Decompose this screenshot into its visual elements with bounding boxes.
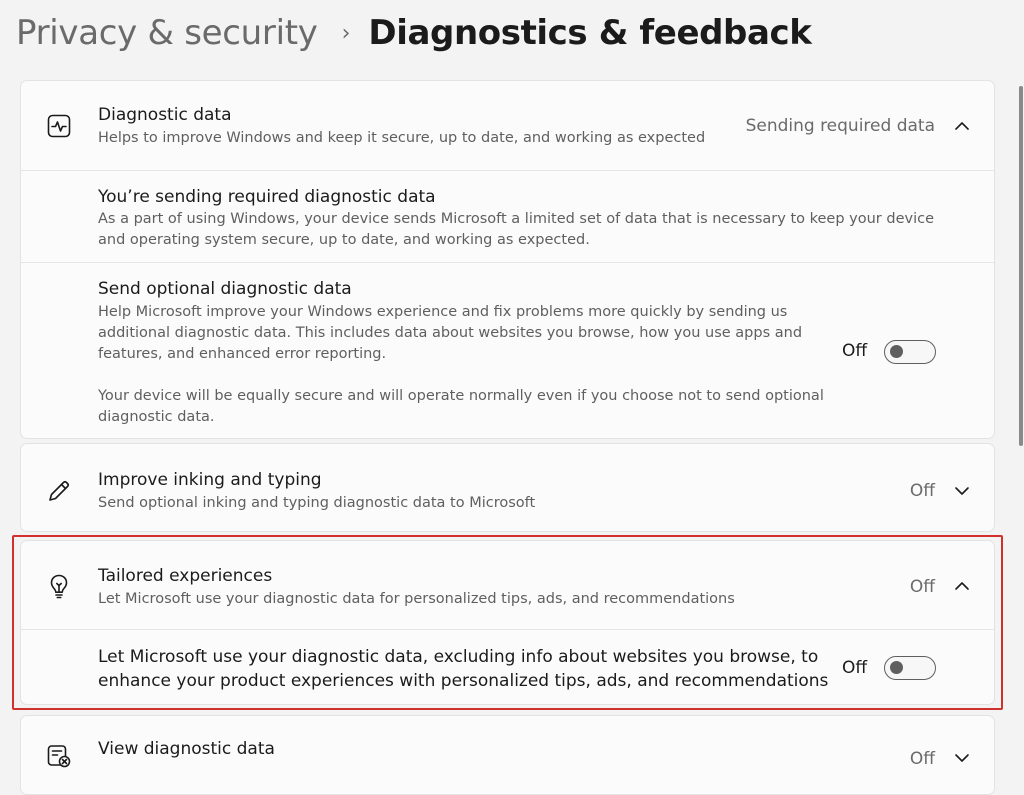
breadcrumb-parent-link[interactable]: Privacy & security: [16, 13, 318, 53]
breadcrumb-chevron-icon: ›: [341, 20, 351, 46]
view-diagnostic-data-header[interactable]: View diagnostic data Off: [21, 716, 994, 794]
view-diagnostic-data-status: Off: [909, 749, 935, 769]
chevron-up-icon[interactable]: [952, 116, 972, 136]
view-diagnostic-data-title: View diagnostic data: [98, 739, 275, 759]
inking-typing-card[interactable]: Improve inking and typing Send optional …: [20, 443, 995, 532]
required-data-line-1: As a part of using Windows, your device …: [98, 211, 934, 227]
activity-pulse-icon: [45, 112, 73, 140]
optional-data-line-3: features, and enhanced error reporting.: [98, 346, 387, 362]
chevron-down-icon[interactable]: [952, 748, 972, 768]
scrollbar[interactable]: [1018, 0, 1024, 765]
view-data-icon: [45, 742, 73, 770]
diagnostic-data-card: Diagnostic data Helps to improve Windows…: [20, 80, 995, 439]
required-data-title: You’re sending required diagnostic data: [98, 187, 436, 207]
required-data-line-2: and operating system secure, up to date,…: [98, 232, 590, 248]
optional-data-toggle[interactable]: [884, 340, 936, 364]
pen-icon: [45, 477, 73, 505]
diagnostic-data-description: Helps to improve Windows and keep it sec…: [98, 130, 706, 146]
page-title: Diagnostics & feedback: [368, 13, 812, 53]
diagnostic-data-status: Sending required data: [745, 116, 935, 136]
toggle-knob: [890, 345, 903, 358]
view-diagnostic-data-card[interactable]: View diagnostic data Off: [20, 715, 995, 795]
inking-typing-header[interactable]: Improve inking and typing Send optional …: [21, 444, 994, 531]
optional-data-line-1: Help Microsoft improve your Windows expe…: [98, 304, 788, 320]
scrollbar-thumb[interactable]: [1019, 86, 1023, 446]
inking-typing-status: Off: [909, 481, 935, 501]
diagnostic-data-header[interactable]: Diagnostic data Helps to improve Windows…: [21, 81, 994, 171]
optional-data-row: Send optional diagnostic data Help Micro…: [21, 263, 994, 438]
optional-data-toggle-label: Off: [842, 341, 868, 361]
highlight-box: [12, 535, 1003, 710]
required-data-row: You’re sending required diagnostic data …: [21, 171, 994, 263]
breadcrumb: Privacy & security › Diagnostics & feedb…: [16, 10, 812, 56]
optional-data-line-2: additional diagnostic data. This include…: [98, 325, 803, 341]
inking-typing-description: Send optional inking and typing diagnost…: [98, 495, 536, 511]
optional-data-note-1: Your device will be equally secure and w…: [98, 388, 824, 404]
optional-data-note-2: diagnostic data.: [98, 409, 215, 425]
inking-typing-title: Improve inking and typing: [98, 470, 322, 490]
diagnostic-data-title: Diagnostic data: [98, 105, 232, 125]
optional-data-title: Send optional diagnostic data: [98, 279, 352, 299]
chevron-down-icon[interactable]: [952, 481, 972, 501]
